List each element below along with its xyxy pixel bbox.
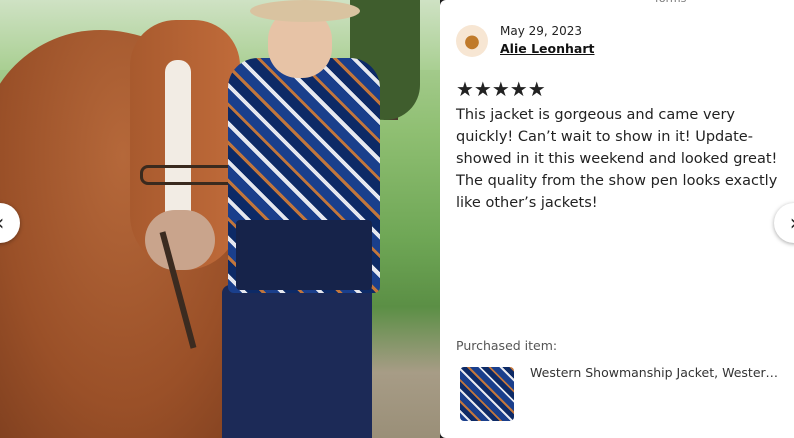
- avatar-icon: ●: [464, 30, 480, 52]
- review-photo: [0, 0, 440, 438]
- star-rating: ★★★★★: [456, 79, 546, 99]
- reviewer-name-link[interactable]: Alie Leonhart: [500, 41, 594, 56]
- purchased-item-label: Purchased item:: [456, 338, 558, 353]
- review-lightbox: forms ● May 29, 2023 Alie Leonhart ★★★★★…: [0, 0, 794, 438]
- reviewer-avatar: ●: [456, 25, 488, 57]
- purchased-item-link[interactable]: Western Showmanship Jacket, Western S...: [530, 365, 778, 380]
- purchased-item-thumbnail[interactable]: [460, 367, 514, 421]
- star-icons: ★★★★★: [456, 77, 546, 101]
- review-text: This jacket is gorgeous and came very qu…: [456, 107, 778, 211]
- chevron-right-icon: ›: [790, 211, 794, 236]
- review-date: May 29, 2023: [500, 24, 583, 38]
- top-crumb: forms: [655, 0, 686, 5]
- chevron-left-icon: ‹: [0, 211, 4, 236]
